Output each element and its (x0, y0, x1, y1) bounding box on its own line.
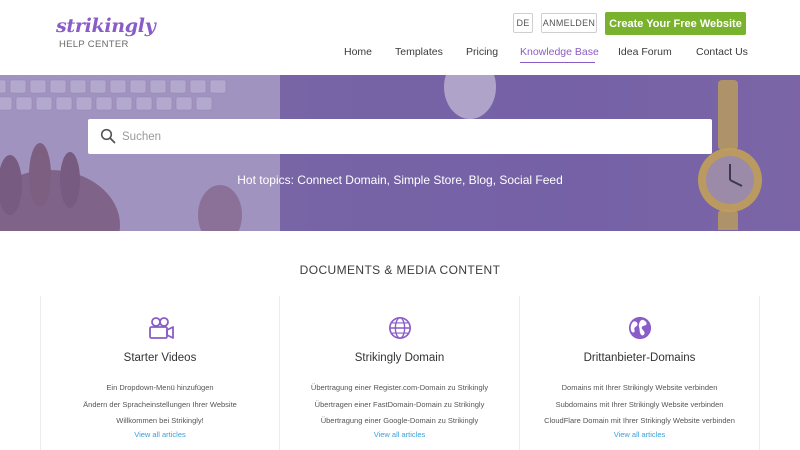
category-title[interactable]: Strikingly Domain (280, 352, 519, 364)
article-list: Domains mit Ihrer Strikingly Website ver… (520, 380, 759, 430)
nav-item-home[interactable]: Home (344, 45, 372, 59)
category-title[interactable]: Starter Videos (41, 352, 279, 364)
category-card-strikingly-domain: Strikingly Domain Übertragung einer Regi… (280, 296, 520, 450)
article-link[interactable]: Willkommen bei Strikingly! (41, 413, 279, 430)
hot-topics-text: Hot topics: Connect Domain, Simple Store… (237, 173, 563, 187)
logo-wordmark: strikingly (56, 15, 156, 37)
search-box (88, 119, 712, 154)
article-link[interactable]: Übertragung einer Register.com-Domain zu… (280, 380, 519, 397)
nav-item-knowledge-base[interactable]: Knowledge Base (520, 45, 599, 59)
site-header: strikingly HELP CENTER DE ANMELDEN Creat… (0, 0, 800, 75)
article-list: Ein Dropdown-Menü hinzufügen Ändern der … (41, 380, 279, 430)
category-card-third-party-domains: Drittanbieter-Domains Domains mit Ihrer … (520, 296, 760, 450)
view-all-articles-link[interactable]: View all articles (41, 430, 279, 439)
category-title[interactable]: Drittanbieter-Domains (520, 352, 759, 364)
mouse-image (444, 75, 496, 119)
earth-globe-icon (628, 316, 652, 340)
create-website-button[interactable]: Create Your Free Website (605, 12, 746, 35)
category-card-starter-videos: Starter Videos Ein Dropdown-Menü hinzufü… (40, 296, 280, 450)
article-link[interactable]: Domains mit Ihrer Strikingly Website ver… (520, 380, 759, 397)
language-button[interactable]: DE (513, 13, 533, 33)
wristwatch-image (698, 80, 762, 230)
nav-item-templates[interactable]: Templates (395, 45, 443, 59)
login-button[interactable]: ANMELDEN (541, 13, 597, 33)
hero-banner: Hot topics: Connect Domain, Simple Store… (0, 75, 800, 231)
nav-item-idea-forum[interactable]: Idea Forum (618, 45, 672, 59)
nav-active-underline (520, 62, 595, 63)
search-icon (100, 128, 116, 144)
article-link[interactable]: Ändern der Spracheinstellungen Ihrer Web… (41, 397, 279, 414)
nav-item-pricing[interactable]: Pricing (466, 45, 498, 59)
section-title: DOCUMENTS & MEDIA CONTENT (299, 263, 501, 277)
article-link[interactable]: CloudFlare Domain mit Ihrer Strikingly W… (520, 413, 759, 430)
view-all-articles-link[interactable]: View all articles (280, 430, 519, 439)
article-link[interactable]: Übertragung einer Google-Domain zu Strik… (280, 413, 519, 430)
globe-icon (389, 317, 411, 339)
article-link[interactable]: Übertragen einer FastDomain-Domain zu St… (280, 397, 519, 414)
article-link[interactable]: Ein Dropdown-Menü hinzufügen (41, 380, 279, 397)
view-all-articles-link[interactable]: View all articles (520, 430, 759, 439)
article-list: Übertragung einer Register.com-Domain zu… (280, 380, 519, 430)
search-input[interactable] (122, 119, 702, 154)
nav-item-contact-us[interactable]: Contact Us (696, 45, 748, 59)
main-nav: Home Templates Pricing Knowledge Base Id… (0, 45, 800, 65)
video-camera-icon (149, 317, 174, 339)
article-link[interactable]: Subdomains mit Ihrer Strikingly Website … (520, 397, 759, 414)
